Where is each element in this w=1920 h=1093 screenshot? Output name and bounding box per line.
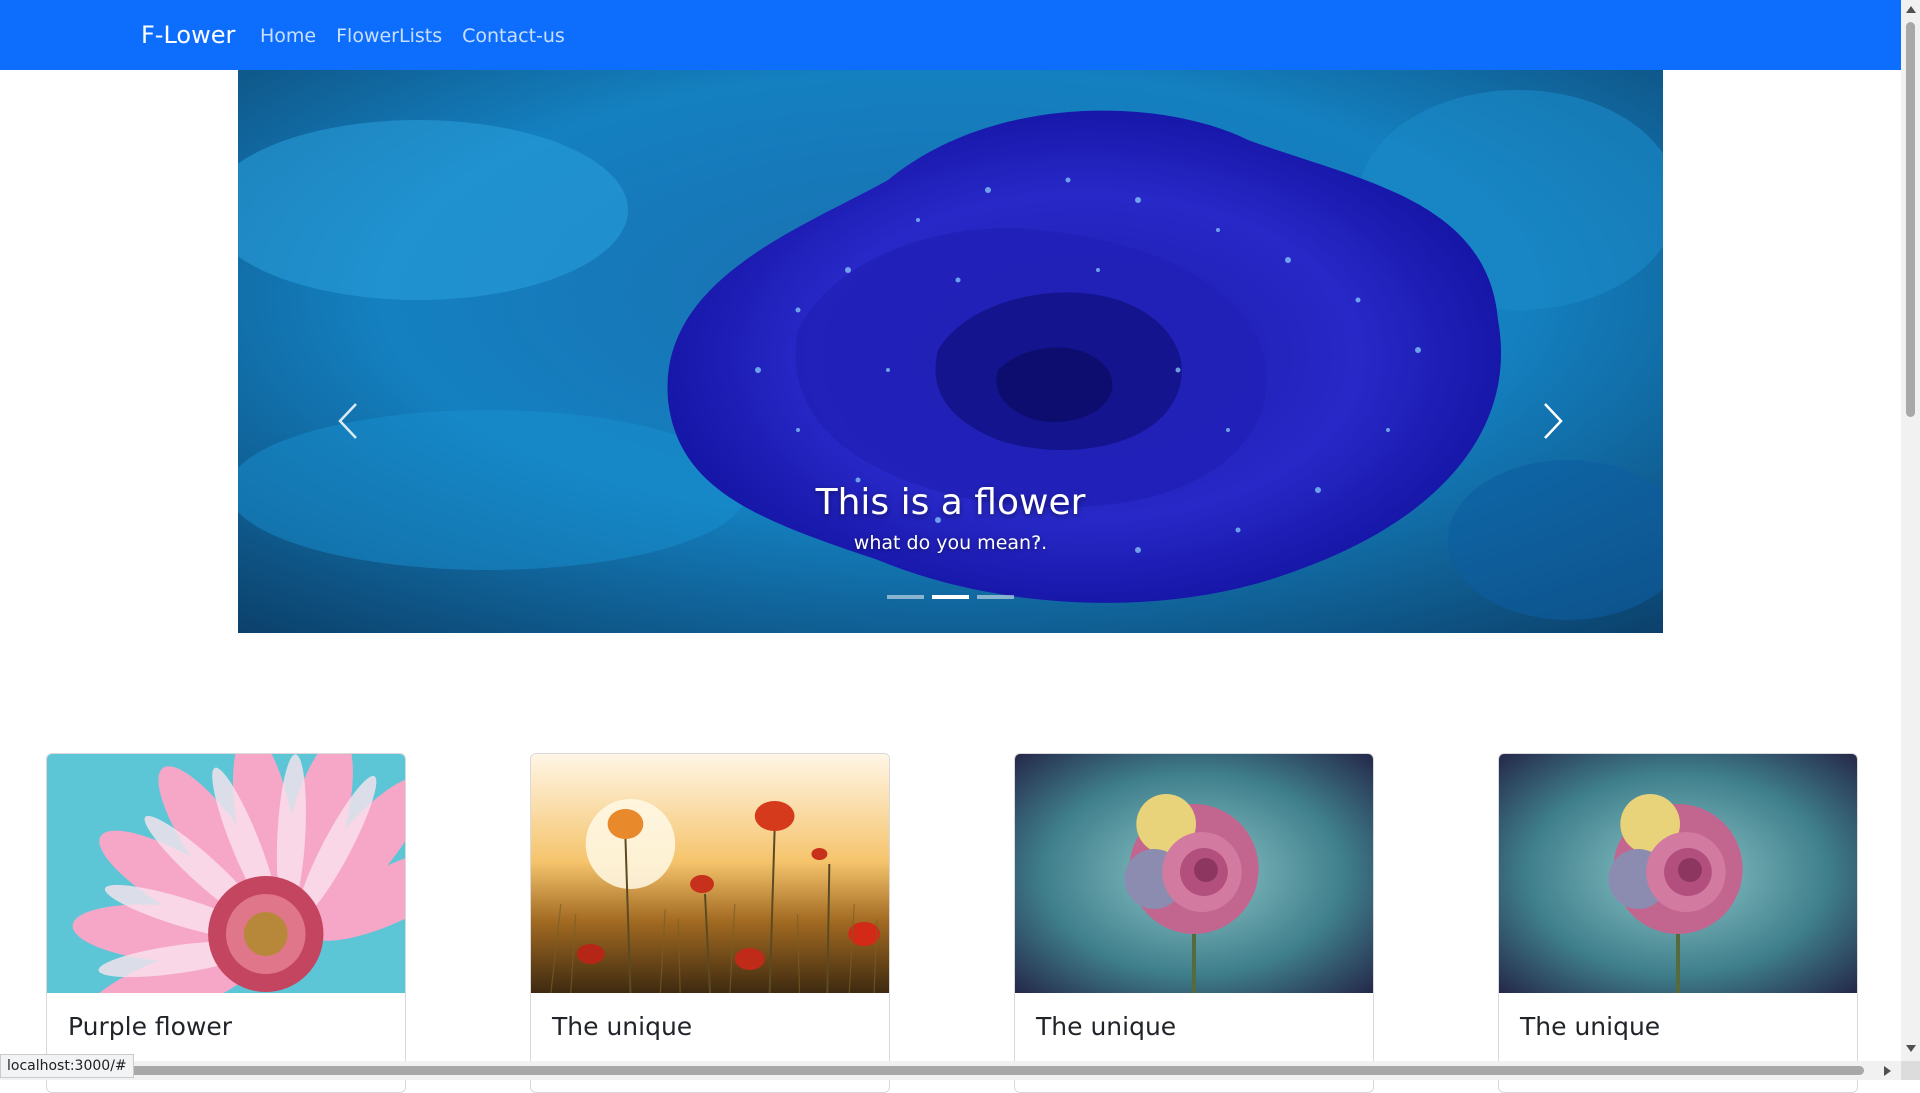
carousel-next-button[interactable] [1533, 388, 1573, 454]
scroll-right-icon[interactable] [1884, 1066, 1891, 1076]
card-body: The unique [1499, 993, 1857, 1061]
flower-card[interactable]: The unique [530, 753, 890, 1093]
flower-card[interactable]: The unique [1498, 753, 1858, 1093]
card-title: The unique [1036, 1012, 1177, 1041]
caption-text: what do you mean?. [853, 532, 1048, 554]
scroll-up-icon[interactable] [1906, 6, 1916, 13]
card-title: Purple flower [68, 1012, 233, 1041]
card-title: The unique [552, 1012, 693, 1041]
scrollbar-corner [1901, 1061, 1920, 1080]
vertical-scrollbar[interactable] [1901, 0, 1920, 1080]
flower-card[interactable]: Purple flower [46, 753, 406, 1093]
hero-carousel: This is a flower what do you mean?. [238, 70, 1663, 633]
pink-daisy-image [47, 754, 405, 993]
navbar: F-Lower Home FlowerLists Contact-us [0, 0, 1901, 70]
poppy-field-image [531, 754, 889, 993]
flower-card[interactable]: The unique [1014, 753, 1374, 1093]
vertical-scroll-thumb[interactable] [1906, 22, 1915, 417]
caption-title: This is a flower [815, 482, 1086, 523]
card-body: Purple flower [47, 993, 405, 1061]
card-title: The unique [1520, 1012, 1661, 1041]
carousel-indicator-3[interactable] [977, 595, 1014, 599]
chevron-right-icon [1544, 403, 1563, 439]
carousel-caption: This is a flower what do you mean?. [238, 481, 1663, 555]
carousel-indicator-1[interactable] [887, 595, 924, 599]
carousel-prev-button[interactable] [328, 388, 368, 454]
carousel-indicators [238, 595, 1663, 599]
brand-link[interactable]: F-Lower [141, 20, 235, 50]
rose-image [1499, 754, 1857, 993]
chevron-left-icon [338, 403, 357, 439]
scroll-down-icon[interactable] [1906, 1045, 1916, 1052]
nav-link-flowerlists[interactable]: FlowerLists [336, 24, 442, 48]
carousel-indicator-2[interactable] [932, 595, 969, 599]
nav-link-home[interactable]: Home [260, 24, 316, 48]
card-body: The unique [1015, 993, 1373, 1061]
rose-image [1015, 754, 1373, 993]
horizontal-scrollbar[interactable] [0, 1061, 1901, 1080]
nav-link-contact-us[interactable]: Contact-us [462, 24, 565, 48]
nav-links: Home FlowerLists Contact-us [260, 24, 565, 48]
horizontal-scroll-thumb[interactable] [124, 1066, 1864, 1075]
status-bar-url: localhost:3000/# [0, 1054, 134, 1078]
card-body: The unique [531, 993, 889, 1061]
